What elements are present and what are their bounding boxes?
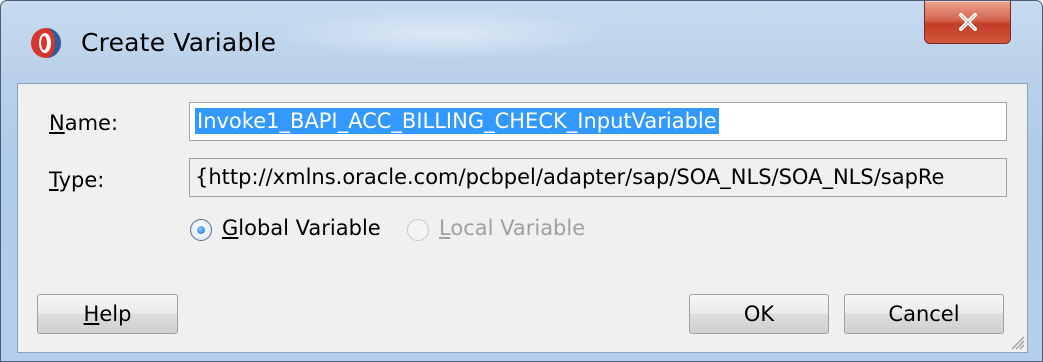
dialog-title: Create Variable (81, 28, 277, 57)
title-bar[interactable]: Create Variable (1, 1, 1042, 83)
oracle-jdeveloper-icon (31, 28, 61, 58)
global-variable-radio[interactable] (190, 219, 212, 241)
name-label: Name: (49, 111, 119, 135)
global-variable-label[interactable]: Global Variable (222, 216, 381, 240)
close-icon (958, 13, 977, 31)
name-field[interactable]: Invoke1_BAPI_ACC_BILLING_CHECK_InputVari… (189, 102, 1007, 141)
type-field[interactable]: {http://xmlns.oracle.com/pcbpel/adapter/… (189, 158, 1007, 197)
close-button[interactable] (924, 1, 1011, 44)
help-button[interactable]: Help (37, 294, 178, 334)
local-variable-label[interactable]: Local Variable (439, 216, 585, 240)
resize-grip-icon[interactable] (1009, 334, 1025, 350)
local-variable-radio[interactable] (407, 219, 429, 241)
type-label: Type: (49, 168, 105, 192)
dialog-content: Name: Invoke1_BAPI_ACC_BILLING_CHECK_Inp… (17, 83, 1028, 353)
ok-button[interactable]: OK (689, 294, 829, 334)
cancel-button[interactable]: Cancel (844, 294, 1004, 334)
create-variable-dialog: Create Variable Name: Invoke1_BAPI_ACC_B… (0, 0, 1043, 362)
